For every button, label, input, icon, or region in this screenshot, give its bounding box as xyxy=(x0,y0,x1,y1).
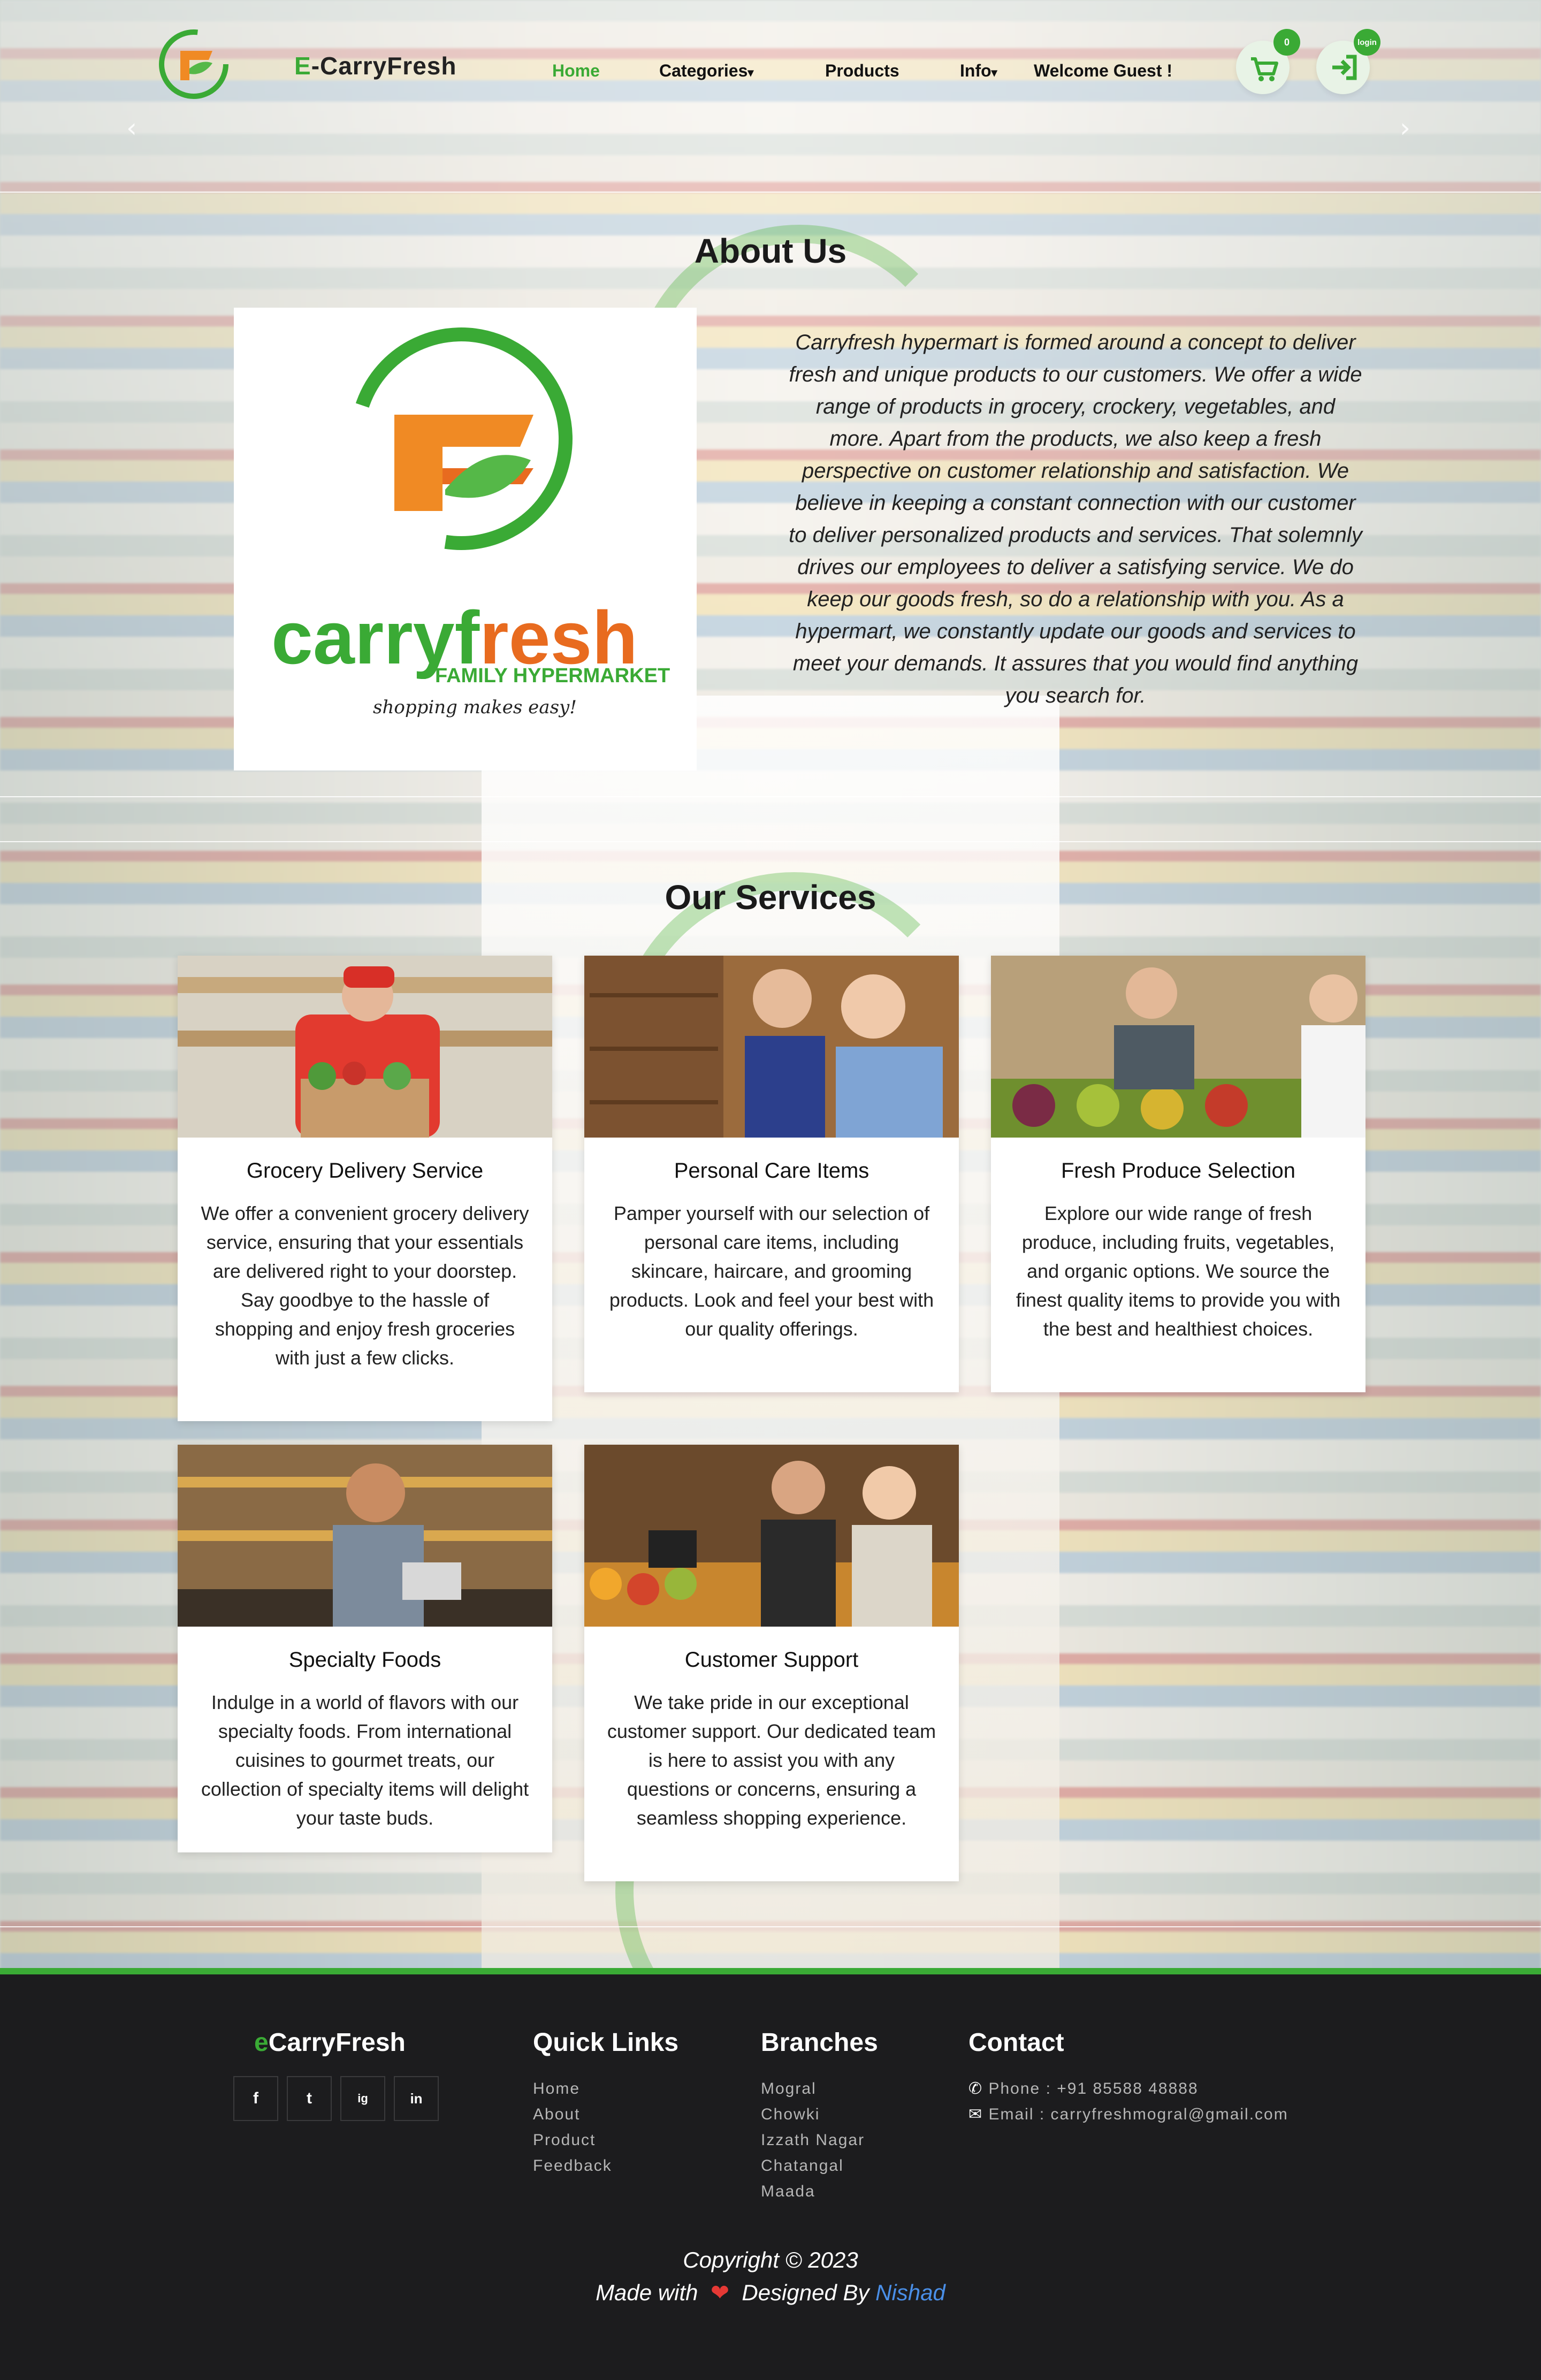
brand-name[interactable]: E-CarryFresh xyxy=(294,51,456,80)
twitter-icon[interactable]: t xyxy=(287,2076,332,2121)
linkedin-icon[interactable]: in xyxy=(394,2076,439,2121)
footer-link-about[interactable]: About xyxy=(533,2102,612,2127)
service-card-specialty-foods[interactable]: Specialty Foods Indulge in a world of fl… xyxy=(178,1445,552,1852)
service-title: Customer Support xyxy=(684,1648,859,1672)
footer-link-feedback[interactable]: Feedback xyxy=(533,2153,612,2179)
services-title: Our Services xyxy=(665,878,876,917)
service-description: Indulge in a world of flavors with our s… xyxy=(201,1691,529,1829)
footer-brand: eCarryFresh xyxy=(254,2028,406,2057)
service-card-grocery-delivery[interactable]: Grocery Delivery Service We offer a conv… xyxy=(178,956,552,1421)
cart-count-badge: 0 xyxy=(1273,29,1300,56)
navbar: E-CarryFresh Home Categories▾ Products I… xyxy=(0,0,1541,143)
service-description: We offer a convenient grocery delivery s… xyxy=(201,1202,529,1369)
divider xyxy=(0,1926,1541,1927)
logo-tagline: FAMILY HYPERMARKET xyxy=(435,665,670,687)
contact-email[interactable]: ✉ Email : carryfreshmogral@gmail.com xyxy=(968,2102,1288,2127)
author-link[interactable]: Nishad xyxy=(875,2280,945,2305)
contact-phone[interactable]: ✆ Phone : +91 85588 48888 xyxy=(968,2076,1288,2102)
instagram-icon[interactable]: ig xyxy=(340,2076,385,2121)
nav-info[interactable]: Info▾ xyxy=(960,61,997,81)
delivery-person-photo xyxy=(178,956,552,1138)
quick-links-list: Home About Product Feedback xyxy=(533,2076,612,2179)
branch-item: Chowki xyxy=(761,2106,820,2123)
footer: eCarryFresh f t ig in Quick Links Home A… xyxy=(0,1974,1541,2380)
footer-accent-bar xyxy=(0,1968,1541,1974)
divider xyxy=(0,796,1541,797)
divider xyxy=(0,841,1541,842)
about-title: About Us xyxy=(694,232,847,270)
branch-item: Mogral xyxy=(761,2080,817,2097)
customer-support-photo xyxy=(584,1445,959,1627)
divider xyxy=(0,192,1541,193)
envelope-icon: ✉ xyxy=(968,2106,983,2123)
fresh-produce-photo xyxy=(991,956,1365,1138)
carryfresh-logo-icon[interactable] xyxy=(156,27,231,102)
service-title: Specialty Foods xyxy=(288,1648,441,1672)
carousel-prev-icon[interactable]: ‹ xyxy=(126,112,137,143)
logo-slogan: shopping makes easy! xyxy=(373,697,577,718)
heart-icon: ❤ xyxy=(704,2280,736,2305)
facebook-icon[interactable]: f xyxy=(233,2076,278,2121)
about-description: Carryfresh hypermart is formed around a … xyxy=(789,331,1362,707)
quick-links-title: Quick Links xyxy=(533,2028,679,2057)
personal-care-shop-photo xyxy=(584,956,959,1138)
service-card-customer-support[interactable]: Customer Support We take pride in our ex… xyxy=(584,1445,959,1881)
branch-item: Maada xyxy=(761,2183,815,2200)
nav-products[interactable]: Products xyxy=(825,61,899,81)
service-card-personal-care[interactable]: Personal Care Items Pamper yourself with… xyxy=(584,956,959,1392)
nav-categories[interactable]: Categories▾ xyxy=(659,61,753,81)
about-logo-image: carryfresh FAMILY HYPERMARKET shopping m… xyxy=(234,308,697,771)
service-description: We take pride in our exceptional custome… xyxy=(607,1691,936,1829)
nav-home[interactable]: Home xyxy=(552,61,600,81)
branch-item: Chatangal xyxy=(761,2157,844,2175)
service-description: Explore our wide range of fresh produce,… xyxy=(1016,1202,1341,1340)
specialty-foods-photo xyxy=(178,1445,552,1627)
chevron-down-icon: ▾ xyxy=(747,66,754,79)
branches-title: Branches xyxy=(761,2028,878,2057)
footer-link-product[interactable]: Product xyxy=(533,2127,612,2153)
phone-icon: ✆ xyxy=(968,2080,983,2097)
contact-list: ✆ Phone : +91 85588 48888 ✉ Email : carr… xyxy=(968,2076,1288,2127)
carousel-next-icon[interactable]: › xyxy=(1400,112,1410,143)
branch-item: Izzath Nagar xyxy=(761,2131,865,2149)
service-description: Pamper yourself with our selection of pe… xyxy=(609,1202,934,1340)
chevron-down-icon: ▾ xyxy=(991,66,997,79)
footer-link-home[interactable]: Home xyxy=(533,2076,612,2102)
service-title: Personal Care Items xyxy=(674,1159,869,1183)
service-card-fresh-produce[interactable]: Fresh Produce Selection Explore our wide… xyxy=(991,956,1365,1392)
service-title: Grocery Delivery Service xyxy=(246,1159,484,1183)
welcome-guest-text: Welcome Guest ! xyxy=(1034,61,1173,80)
copyright: Copyright © 2023 xyxy=(683,2247,858,2272)
service-title: Fresh Produce Selection xyxy=(1061,1159,1295,1183)
contact-title: Contact xyxy=(968,2028,1064,2057)
login-badge: login xyxy=(1354,29,1380,56)
made-with-credit: Made with ❤ Designed By Nishad xyxy=(596,2280,945,2305)
carryfresh-large-logo-icon: carryfresh FAMILY HYPERMARKET shopping m… xyxy=(271,327,670,718)
branches-list: Mogral Chowki Izzath Nagar Chatangal Maa… xyxy=(761,2076,865,2204)
